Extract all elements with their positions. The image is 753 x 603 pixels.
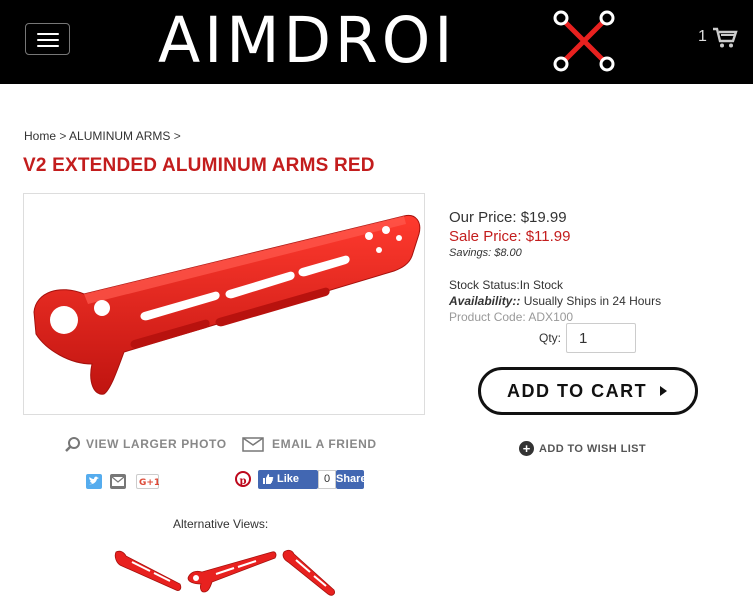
breadcrumb-separator: > — [59, 129, 67, 143]
site-logo[interactable]: AIMDROI — [158, 8, 618, 74]
hamburger-menu-button[interactable] — [25, 23, 70, 55]
stock-status: Stock Status:In Stock — [449, 278, 739, 292]
logo-x-icon — [553, 10, 615, 72]
menu-line — [37, 39, 59, 41]
svg-text:p: p — [240, 476, 247, 486]
breadcrumb-category-link[interactable]: ALUMINUM ARMS — [69, 129, 170, 143]
breadcrumb-separator: > — [173, 129, 181, 143]
savings-label: Savings: — [449, 247, 492, 259]
magnifier-icon — [65, 437, 80, 452]
alternative-views-label: Alternative Views: — [173, 517, 269, 531]
add-to-cart-label: ADD TO CART — [507, 381, 648, 401]
sale-price-value: $11.99 — [525, 228, 571, 245]
product-code-value: ADX100 — [528, 310, 574, 324]
menu-line — [37, 33, 59, 35]
our-price-value: $19.99 — [520, 209, 567, 226]
quantity-input[interactable] — [566, 323, 636, 353]
facebook-like-label: Like — [277, 473, 300, 485]
alt-view-thumbnail[interactable] — [112, 548, 184, 601]
availability-value: Usually Ships in 24 Hours — [523, 294, 662, 308]
logo-text: AIMDROI — [158, 4, 457, 77]
thumbs-up-icon — [263, 474, 274, 484]
alt-view-thumbnail[interactable] — [186, 548, 278, 601]
breadcrumb: Home > ALUMINUM ARMS > — [24, 129, 181, 143]
product-title: V2 EXTENDED ALUMINUM ARMS RED — [23, 155, 375, 176]
facebook-share-button[interactable]: Share — [336, 470, 367, 489]
svg-text:G+1: G+1 — [139, 478, 159, 488]
cart-count[interactable]: 1 — [698, 28, 707, 46]
pinterest-share-icon[interactable]: p — [235, 471, 251, 487]
view-larger-photo-label: VIEW LARGER PHOTO — [86, 437, 227, 451]
envelope-icon — [242, 437, 264, 452]
site-header: AIMDROI 1 — [0, 0, 753, 84]
sale-price: Sale Price: $11.99 — [449, 228, 739, 245]
facebook-like-count: 0 — [318, 470, 336, 489]
sale-price-label: Sale Price: — [449, 228, 522, 245]
add-to-cart-button[interactable]: ADD TO CART — [478, 367, 698, 415]
menu-line — [37, 45, 59, 47]
shopping-cart-icon[interactable] — [712, 27, 738, 49]
availability-label: Availability:: — [449, 294, 521, 308]
stock-status-value: In Stock — [519, 278, 564, 292]
quantity-label: Qty: — [539, 331, 562, 345]
email-share-icon[interactable] — [110, 474, 126, 489]
our-price: Our Price: $19.99 — [449, 209, 739, 226]
alt-view-thumbnail[interactable] — [280, 548, 338, 603]
savings-value: $8.00 — [494, 247, 522, 259]
arrow-right-icon — [660, 386, 667, 396]
availability: Availability:: Usually Ships in 24 Hours — [449, 294, 739, 308]
plus-circle-icon: + — [519, 441, 534, 456]
add-to-wish-list-label: ADD TO WISH LIST — [539, 443, 647, 455]
product-arm-image — [33, 214, 421, 395]
facebook-like-widget[interactable]: Like 0 Share — [258, 470, 367, 489]
stock-status-label: Stock Status: — [449, 278, 520, 292]
facebook-like-button[interactable]: Like — [258, 470, 318, 489]
email-a-friend-label: EMAIL A FRIEND — [272, 437, 377, 451]
google-plus-share-icon[interactable]: G+1 — [136, 474, 160, 489]
savings: Savings: $8.00 — [449, 247, 739, 259]
breadcrumb-home-link[interactable]: Home — [24, 129, 56, 143]
product-image[interactable] — [23, 193, 425, 415]
price-info: Our Price: $19.99 Sale Price: $11.99 Sav… — [449, 209, 739, 324]
product-code: Product Code: ADX100 — [449, 310, 739, 324]
product-code-label: Product Code: — [449, 310, 526, 324]
twitter-share-icon[interactable] — [86, 474, 102, 489]
our-price-label: Our Price: — [449, 209, 517, 226]
